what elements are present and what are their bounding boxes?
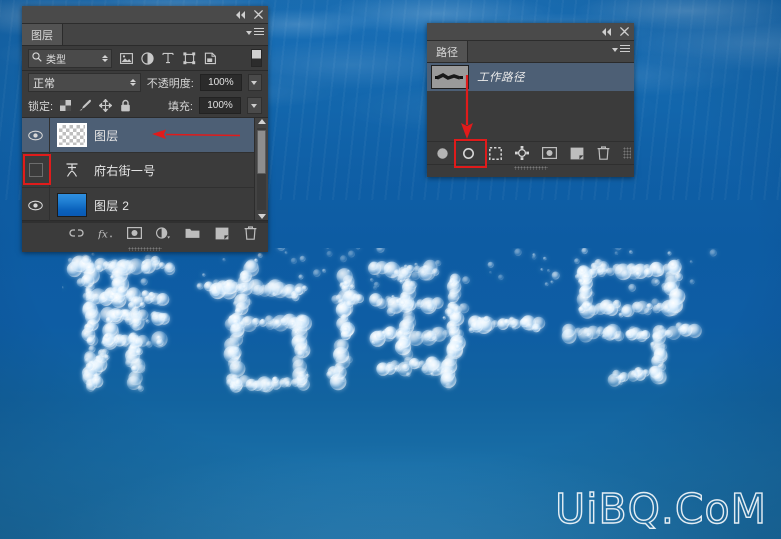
search-icon xyxy=(32,52,42,65)
layer-visibility-toggle[interactable] xyxy=(22,153,50,187)
fill-value[interactable]: 100% xyxy=(199,97,241,114)
link-layers-icon[interactable] xyxy=(69,226,84,241)
stroke-path-with-brush-icon[interactable] xyxy=(462,146,475,161)
transparent-checker-thumbnail xyxy=(57,123,87,147)
layer-visibility-toggle[interactable] xyxy=(22,188,50,222)
layer-name[interactable]: 图层 2 xyxy=(94,197,129,214)
lock-all-icon[interactable] xyxy=(119,99,132,112)
eye-icon xyxy=(28,200,43,211)
blend-mode-value: 正常 xyxy=(33,75,130,91)
lock-row[interactable]: 锁定: 填充: 100% xyxy=(22,94,268,118)
table-row[interactable]: 图层 2 xyxy=(22,188,268,223)
site-watermark: UiBQ.CoM xyxy=(555,485,767,533)
lock-transparency-icon[interactable] xyxy=(59,99,72,112)
layer-visibility-toggle[interactable] xyxy=(22,118,50,152)
filter-type-icon[interactable] xyxy=(161,51,175,65)
table-row[interactable]: 府右街一号 xyxy=(22,153,268,188)
opacity-dropdown-icon[interactable] xyxy=(248,74,262,91)
table-row[interactable]: 图层 xyxy=(22,118,268,153)
chevron-down-icon xyxy=(612,48,618,52)
layers-panel[interactable]: 图层 类型 正常 不透明度: 100% 锁定: 填充: 100% 图层 府右街一… xyxy=(22,6,268,252)
chevron-down-icon xyxy=(246,31,252,35)
panel-menu-icon[interactable] xyxy=(246,28,264,37)
layer-name[interactable]: 府右街一号 xyxy=(94,162,156,179)
close-icon[interactable] xyxy=(254,10,263,19)
path-name[interactable]: 工作路径 xyxy=(477,69,525,85)
layer-style-fx-icon[interactable]: fx xyxy=(98,226,113,241)
layer-thumbnail[interactable] xyxy=(50,158,94,182)
new-group-icon[interactable] xyxy=(185,226,200,241)
fill-label: 填充: xyxy=(168,98,193,114)
list-item[interactable]: 工作路径 xyxy=(427,63,634,91)
layers-panel-footer[interactable]: fx xyxy=(22,221,268,244)
hamburger-icon xyxy=(620,45,630,54)
scroll-up-arrow-icon[interactable] xyxy=(258,119,266,124)
opacity-label: 不透明度: xyxy=(147,75,194,91)
new-layer-icon[interactable] xyxy=(214,226,229,241)
layer-name[interactable]: 图层 xyxy=(94,127,119,144)
scroll-down-arrow-icon[interactable] xyxy=(258,214,266,219)
collapse-double-left-icon[interactable] xyxy=(601,28,612,36)
collapse-double-left-icon[interactable] xyxy=(235,11,246,19)
layer-thumbnail[interactable] xyxy=(50,193,94,217)
layers-panel-tabbar[interactable]: 图层 xyxy=(22,24,268,46)
layer-filter-row[interactable]: 类型 xyxy=(22,46,268,71)
type-layer-icon xyxy=(57,158,87,182)
lock-label: 锁定: xyxy=(28,98,53,114)
new-path-icon[interactable] xyxy=(570,146,584,161)
paths-panel-tabbar[interactable]: 路径 xyxy=(427,41,634,63)
filter-enable-toggle[interactable] xyxy=(251,49,262,67)
add-layer-mask-icon[interactable] xyxy=(542,146,557,161)
fill-path-icon[interactable] xyxy=(436,146,449,161)
tab-layers[interactable]: 图层 xyxy=(22,24,63,45)
filter-pixel-icon[interactable] xyxy=(119,51,133,65)
eye-off-icon xyxy=(29,163,43,177)
delete-layer-icon[interactable] xyxy=(243,226,258,241)
panel-resize-dots[interactable] xyxy=(623,147,631,159)
blend-mode-row[interactable]: 正常 不透明度: 100% xyxy=(22,71,268,94)
path-preview-thumbnail xyxy=(431,65,469,89)
blend-mode-select[interactable]: 正常 xyxy=(28,73,141,92)
layer-list[interactable]: 图层 府右街一号 图层 2 xyxy=(22,118,268,221)
panel-menu-icon[interactable] xyxy=(612,45,630,54)
filter-adjustment-icon[interactable] xyxy=(140,51,154,65)
tabbar-empty-area xyxy=(468,41,634,62)
bubble-text-artwork xyxy=(62,248,722,413)
panel-resize-grip[interactable] xyxy=(128,247,162,251)
canvas-stage: UiBQ.CoM 图层 类型 正常 不透明度: 100% 锁定: 填充: 100… xyxy=(0,0,781,539)
hamburger-icon xyxy=(254,28,264,37)
filter-kind-value: 类型 xyxy=(46,51,98,66)
paths-panel-titlebar[interactable] xyxy=(427,23,634,41)
tabbar-empty-area xyxy=(63,24,268,45)
eye-icon xyxy=(28,130,43,141)
new-adjustment-layer-icon[interactable] xyxy=(156,226,171,241)
load-path-as-selection-icon[interactable] xyxy=(489,146,502,161)
lock-image-icon[interactable] xyxy=(79,99,92,112)
filter-shape-icon[interactable] xyxy=(182,51,196,65)
layer-list-scrollbar[interactable] xyxy=(254,118,268,220)
blend-mode-stepper[interactable] xyxy=(130,79,136,86)
path-list[interactable]: 工作路径 xyxy=(427,63,634,141)
svg-text:fx: fx xyxy=(98,228,108,240)
layers-panel-titlebar[interactable] xyxy=(22,6,268,24)
delete-path-icon[interactable] xyxy=(597,146,610,161)
lock-position-icon[interactable] xyxy=(99,99,112,112)
make-work-path-from-selection-icon[interactable] xyxy=(515,146,529,161)
paths-panel[interactable]: 路径 工作路径 xyxy=(427,23,634,177)
scrollbar-thumb[interactable] xyxy=(257,130,266,174)
filter-smartobject-icon[interactable] xyxy=(203,51,217,65)
panel-resize-grip[interactable] xyxy=(514,166,548,170)
filter-kind-select[interactable]: 类型 xyxy=(28,49,112,68)
opacity-value[interactable]: 100% xyxy=(200,74,242,91)
water-photo-thumbnail xyxy=(57,193,87,217)
add-layer-mask-icon[interactable] xyxy=(127,226,142,241)
filter-kind-stepper[interactable] xyxy=(102,55,108,62)
paths-panel-footer[interactable] xyxy=(427,141,634,165)
close-icon[interactable] xyxy=(620,27,629,36)
tab-paths[interactable]: 路径 xyxy=(427,41,468,62)
fill-dropdown-icon[interactable] xyxy=(247,97,262,114)
layer-thumbnail[interactable] xyxy=(50,123,94,147)
